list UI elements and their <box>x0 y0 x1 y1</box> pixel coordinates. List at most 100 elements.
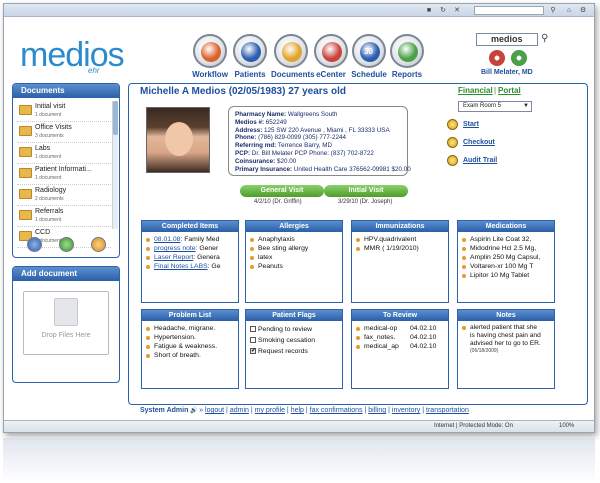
completed-item-link[interactable]: progress note <box>154 245 196 252</box>
completed-item-link[interactable]: Laser Report <box>154 254 193 261</box>
add-button[interactable] <box>59 237 74 252</box>
nav-reports[interactable]: Reports <box>387 34 427 79</box>
user-name[interactable]: Bill Melater, MD <box>481 69 533 76</box>
allergy-item[interactable]: Anaphylaxis <box>250 235 338 244</box>
footer-link[interactable]: fax confirmations <box>310 407 363 414</box>
nav-documents[interactable]: Documents <box>271 34 315 79</box>
medication-item[interactable]: Aspirin Lite Coat 32, <box>462 235 550 244</box>
general-visit-button[interactable]: General Visit <box>240 185 324 197</box>
medication-item-text: Lipitor 10 Mg Tablet <box>470 272 530 279</box>
medication-item[interactable]: Midodrine Hcl 2.5 Mg, <box>462 244 550 253</box>
folder-count: 1 document <box>35 217 62 223</box>
document-folder-item[interactable]: Referrals 1 document <box>17 206 111 227</box>
patient-search-input[interactable]: medios <box>476 33 538 46</box>
info-label: Coinsurance: <box>235 157 276 165</box>
note-date: (06/18/2009) <box>470 348 499 354</box>
medication-item[interactable]: Voltaren-xr 100 Mg T <box>462 262 550 271</box>
allergy-item[interactable]: latex <box>250 253 338 262</box>
immunization-item[interactable]: HPV.quadrivalent <box>356 235 444 244</box>
completed-item-row: Laser Report: Genera <box>146 253 234 262</box>
folder-name: Referrals <box>35 208 64 215</box>
window-reflection <box>3 438 595 483</box>
patient-flag-row[interactable]: Smoking cessation <box>250 335 338 346</box>
lock-button[interactable] <box>91 237 106 252</box>
document-folder-item[interactable]: Initial visit 1 document <box>17 101 111 122</box>
problem-item-text: Fatigue & weakness. <box>154 343 218 350</box>
patient-photo[interactable] <box>146 107 210 173</box>
problem-item[interactable]: Headache, migrane. <box>146 324 234 333</box>
audit-trail-action[interactable]: Audit Trail <box>447 155 497 166</box>
user-avatar-red[interactable] <box>489 50 505 66</box>
review-item[interactable]: fax_notes. 04.02.10 <box>356 333 444 342</box>
calendar-icon-glyph: 30 <box>360 42 380 62</box>
scrollbar-thumb[interactable] <box>113 101 118 135</box>
flag-checkbox[interactable]: ✔ <box>250 348 256 354</box>
stop-icon[interactable]: ✕ <box>452 6 462 15</box>
start-action[interactable]: Start <box>447 119 479 130</box>
browser-search-input[interactable] <box>474 6 544 15</box>
problem-item[interactable]: Hypertension. <box>146 333 234 342</box>
exam-room-select[interactable]: Exam Room 5 ▼ <box>458 101 532 112</box>
info-value: (786) 829-0099 (305) 777-2244 <box>256 134 346 142</box>
flag-checkbox[interactable] <box>250 326 256 332</box>
to-review-card: To Review medical-op 04.02.10 fax_notes. 04… <box>351 309 449 389</box>
footer-link[interactable]: admin <box>230 407 249 414</box>
completed-item-row: Final Notes LABS: Ge <box>146 262 234 271</box>
add-user-icon[interactable] <box>511 50 527 66</box>
document-folder-item[interactable]: Radiology 2 documents <box>17 185 111 206</box>
portal-link[interactable]: Portal <box>498 86 521 95</box>
completed-item-link[interactable]: 08.01.08 <box>154 236 180 243</box>
medication-item[interactable]: Amplin 250 Mg Capsul, <box>462 253 550 262</box>
patient-flag-row[interactable]: Pending to review <box>250 324 338 335</box>
nav-patients[interactable]: Patients <box>230 34 270 79</box>
footer-link[interactable]: my profile <box>255 407 285 414</box>
footer-link[interactable]: logout <box>205 407 224 414</box>
allergy-item[interactable]: Bee sting allergy <box>250 244 338 253</box>
footer-link[interactable]: transportation <box>426 407 469 414</box>
document-folder-item[interactable]: Labs 1 document <box>17 143 111 164</box>
problem-item[interactable]: Fatigue & weakness. <box>146 342 234 351</box>
speaker-icon[interactable]: 🔊 <box>188 408 199 414</box>
scan-button[interactable] <box>27 237 42 252</box>
app-logo[interactable]: medios <box>20 36 125 75</box>
financial-link[interactable]: Financial <box>458 86 493 95</box>
search-icon[interactable]: ⚲ <box>541 33 548 44</box>
patient-flag-row[interactable]: ✔ Request records <box>250 346 338 357</box>
flag-checkbox[interactable] <box>250 337 256 343</box>
bullet-icon <box>146 354 150 358</box>
nav-ecenter[interactable]: eCenter <box>311 34 351 79</box>
home-icon[interactable]: ⌂ <box>564 6 574 15</box>
immunization-item[interactable]: MMR ( 1/19/2010) <box>356 244 444 253</box>
review-item[interactable]: medical-op 04.02.10 <box>356 324 444 333</box>
bullet-icon <box>356 238 360 242</box>
to-review-title: To Review <box>352 310 448 321</box>
document-list-scrollbar[interactable] <box>112 101 118 229</box>
footer-link[interactable]: billing <box>368 407 386 414</box>
browser-search-icon[interactable]: ⚲ <box>548 6 558 15</box>
problem-item[interactable]: Short of breath. <box>146 351 234 360</box>
checkout-action[interactable]: Checkout <box>447 137 495 148</box>
medication-item[interactable]: Lipitor 10 Mg Tablet <box>462 271 550 280</box>
zoom-level[interactable]: 100% <box>559 423 574 429</box>
patients-icon <box>233 34 267 68</box>
completed-item-link[interactable]: Final Notes LABS <box>154 263 208 270</box>
initial-visit-button[interactable]: Initial Visit <box>324 185 408 197</box>
footer-link[interactable]: help <box>291 407 304 414</box>
nav-schedule[interactable]: 30 Schedule <box>349 34 389 79</box>
patient-info-line: Coinsurance: $20.00 <box>235 158 401 166</box>
nav-workflow[interactable]: Workflow <box>190 34 230 79</box>
document-folder-item[interactable]: Patient Informati... 1 document <box>17 164 111 185</box>
footer-link[interactable]: inventory <box>392 407 420 414</box>
allergies-title: Allergies <box>246 221 342 232</box>
initial-visit-date: 3/29/10 (Dr. Joseph) <box>338 199 393 205</box>
allergy-item[interactable]: Peanuts <box>250 262 338 271</box>
refresh-icon[interactable]: ↻ <box>438 6 448 15</box>
flag-label: Request records <box>258 348 308 355</box>
mail-icon <box>314 34 348 68</box>
tools-icon[interactable]: ⚙ <box>578 6 588 15</box>
drop-zone[interactable]: Drop Files Here <box>23 291 109 355</box>
bullet-icon <box>356 345 360 349</box>
document-folder-item[interactable]: Office Visits 3 documents <box>17 122 111 143</box>
review-item[interactable]: medical_ap 04.02.10 <box>356 342 444 351</box>
checkout-icon <box>447 137 458 148</box>
